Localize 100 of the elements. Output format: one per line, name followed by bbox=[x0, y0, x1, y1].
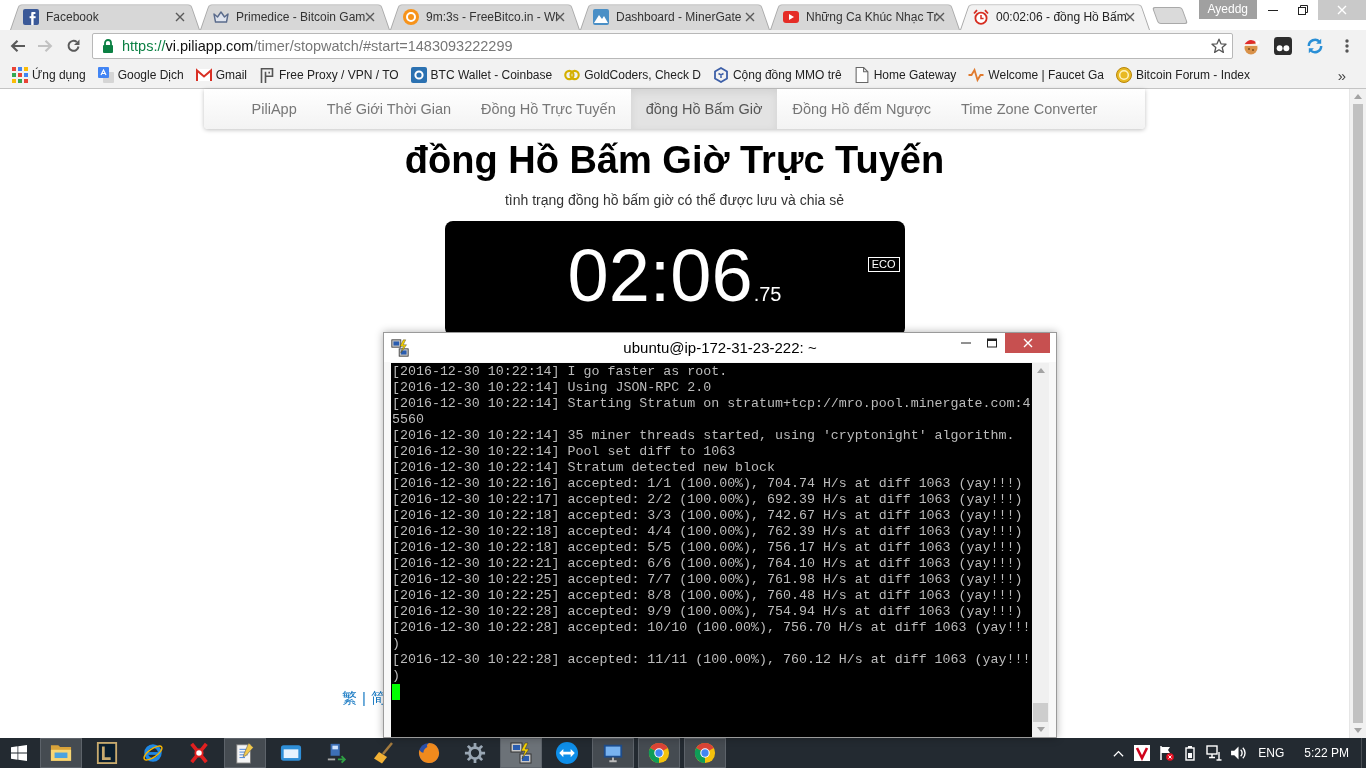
bracket-logo-icon bbox=[259, 67, 275, 83]
globe-icon bbox=[418, 742, 440, 764]
zigzag-icon bbox=[968, 67, 985, 83]
terminal-line: [2016-12-30 10:22:18] accepted: 4/4 (100.00%), 762.39 H/s at diff 1063 (yay!!!) bbox=[392, 524, 1024, 540]
flag-icon bbox=[1158, 745, 1175, 761]
taskbar-button[interactable] bbox=[224, 738, 266, 768]
terminal-line: [2016-12-30 10:22:14] Pool set diff to 1063 bbox=[392, 444, 737, 460]
computers-icon bbox=[391, 338, 409, 357]
terminal-line: [2016-12-30 10:22:25] accepted: 8/8 (100.00%), 760.48 H/s at diff 1063 (yay!!!) bbox=[392, 588, 1024, 604]
address-field[interactable]: https://vi.piliapp.com/timer/stopwatch/#start=1483093222299 bbox=[92, 33, 1233, 59]
nav-tab[interactable]: Time Zone Converter bbox=[945, 89, 1113, 129]
nav-tab[interactable]: đồng Hồ Bấm Giờ bbox=[630, 89, 778, 129]
scrollbar[interactable] bbox=[1349, 89, 1366, 738]
nav-tab[interactable]: PiliApp bbox=[236, 89, 312, 129]
caret-down-icon bbox=[1354, 728, 1362, 733]
mode-badge[interactable]: ECO bbox=[867, 257, 900, 272]
computers-icon bbox=[510, 742, 532, 764]
terminal-line: [2016-12-30 10:22:14] Starting Stratum on stratum+tcp://mro.pool.minergate.com:4 bbox=[392, 396, 1032, 412]
bookmark-item[interactable]: Cộng đồng MMO trê bbox=[706, 64, 848, 86]
terminal-line: [2016-12-30 10:22:17] accepted: 2/2 (100.00%), 692.39 H/s at diff 1063 (yay!!!) bbox=[392, 492, 1024, 508]
terminal-line: 5560 bbox=[392, 412, 425, 428]
back-icon bbox=[9, 39, 25, 53]
bookmark-item[interactable]: Google Dịch bbox=[91, 64, 190, 86]
browser-tab[interactable]: Facebook bbox=[10, 4, 200, 30]
rings-icon bbox=[564, 67, 581, 83]
scrollbar[interactable] bbox=[1032, 363, 1049, 737]
page-icon bbox=[853, 67, 870, 83]
taskbar-button[interactable] bbox=[684, 738, 726, 768]
maximize-icon bbox=[987, 338, 997, 348]
url-text: https://vi.piliapp.com/timer/stopwatch/#start=1483093222299 bbox=[122, 38, 513, 54]
bookmark-item[interactable]: Free Proxy / VPN / TO bbox=[253, 64, 405, 86]
square-ring-icon bbox=[410, 67, 427, 83]
language-button[interactable]: ENG bbox=[1250, 738, 1293, 768]
terminal-line: [2016-12-30 10:22:14] 35 miner threads started, using 'cryptonight' algorithm. bbox=[392, 428, 1016, 444]
monitor-icon bbox=[602, 742, 624, 764]
browser-tab[interactable]: Primedice - Bitcoin Gam bbox=[200, 4, 390, 30]
stopwatch-fraction: .75 bbox=[753, 283, 782, 306]
page-title: đồng Hồ Bấm Giờ Trực Tuyến bbox=[404, 138, 945, 182]
close-icon bbox=[555, 12, 565, 22]
caret-up-icon bbox=[1036, 368, 1045, 373]
terminal-line: ) bbox=[392, 636, 401, 652]
browser-tab[interactable]: 00:02:06 - đồng Hồ Bấm bbox=[960, 4, 1150, 30]
terminal-line: [2016-12-30 10:22:18] accepted: 5/5 (100.00%), 756.17 H/s at diff 1063 (yay!!!) bbox=[392, 540, 1024, 556]
bookmark-item[interactable]: Gmail bbox=[189, 64, 253, 86]
close-icon bbox=[175, 12, 185, 22]
bookmark-item[interactable]: GoldCoders, Check D bbox=[558, 64, 707, 86]
windows-logo-icon bbox=[11, 745, 27, 761]
tile-icon bbox=[1274, 37, 1292, 55]
orbit-logo-icon bbox=[142, 742, 164, 764]
close-icon bbox=[1125, 12, 1135, 22]
forward-icon bbox=[37, 39, 53, 53]
browser-tab[interactable]: Dashboard - MinerGate bbox=[580, 4, 770, 30]
restore-icon bbox=[1298, 5, 1308, 15]
taskbar-button[interactable] bbox=[40, 738, 82, 768]
close-icon bbox=[745, 12, 755, 22]
bookmark-button[interactable] bbox=[1211, 38, 1227, 54]
browser-tab[interactable]: 9m:3s - FreeBitco.in - Wi bbox=[390, 4, 580, 30]
scrollbar-thumb[interactable] bbox=[1033, 703, 1048, 722]
terminal-line: [2016-12-30 10:22:28] accepted: 11/11 (100.00%), 760.12 H/s at diff 1063 (yay!!! bbox=[392, 652, 1032, 668]
folder-icon bbox=[50, 742, 72, 764]
nav-tab[interactable]: Thế Giới Thời Gian bbox=[311, 89, 467, 129]
play-button-icon bbox=[783, 9, 799, 25]
close-icon bbox=[1337, 5, 1347, 15]
terminal-line: [2016-12-30 10:22:21] accepted: 6/6 (100.00%), 764.10 H/s at diff 1063 (yay!!!) bbox=[392, 556, 1024, 572]
terminal-line: [2016-12-30 10:22:28] accepted: 10/10 (100.00%), 756.70 H/s at diff 1063 (yay!!! bbox=[392, 620, 1032, 636]
gear-icon bbox=[464, 742, 486, 764]
chevron-tile-icon bbox=[1134, 745, 1151, 761]
language-link[interactable]: 繁 bbox=[342, 689, 357, 707]
bookmark-item[interactable]: Bitcoin Forum - Index bbox=[1109, 64, 1256, 86]
browser-tab[interactable]: Những Ca Khúc Nhạc Tr bbox=[770, 4, 960, 30]
mountain-icon bbox=[593, 9, 609, 25]
caret-up-icon bbox=[1354, 94, 1362, 99]
lock-icon bbox=[103, 39, 113, 53]
bookmark-item[interactable]: Home Gateway bbox=[847, 64, 963, 86]
nav-tab[interactable]: Đồng Hồ đếm Ngược bbox=[777, 89, 946, 129]
hexagon-icon bbox=[712, 67, 729, 83]
arrows-circle-icon bbox=[556, 742, 578, 764]
bookmark-item[interactable]: BTC Wallet - Coinbase bbox=[404, 64, 559, 86]
terminal-line: ) bbox=[392, 668, 401, 684]
star-icon bbox=[1211, 38, 1227, 54]
envelope-icon bbox=[195, 67, 212, 83]
terminal-line: [2016-12-30 10:22:18] accepted: 3/3 (100.00%), 742.67 H/s at diff 1063 (yay!!!) bbox=[392, 508, 1024, 524]
nav-tab[interactable]: Đồng Hồ Trực Tuyến bbox=[466, 89, 631, 129]
clock-button[interactable]: 5:22 PM bbox=[1292, 738, 1361, 768]
bookmark-item[interactable]: Welcome | Faucet Ga bbox=[962, 64, 1110, 86]
apps-grid-icon bbox=[12, 67, 28, 83]
framed-tile-icon bbox=[96, 742, 118, 764]
taskbar-button[interactable] bbox=[638, 738, 680, 768]
square-logo-icon bbox=[23, 9, 39, 25]
bookmark-item[interactable]: Ứng dụng bbox=[6, 64, 92, 86]
brush-icon bbox=[372, 742, 394, 764]
caret-down-icon bbox=[1036, 727, 1045, 732]
cookie-icon bbox=[1242, 37, 1260, 55]
page-subtitle: tình trạng đồng hồ bấm giờ có thể được lưu và chia sẻ bbox=[504, 192, 845, 209]
more-bookmarks-button[interactable]: » bbox=[1333, 66, 1350, 84]
notepad-icon bbox=[234, 742, 256, 764]
ring-logo-icon bbox=[648, 742, 670, 764]
crown-icon bbox=[213, 9, 229, 25]
scrollbar-thumb[interactable] bbox=[1353, 104, 1363, 723]
stopwatch-time: 02:06 bbox=[567, 239, 753, 313]
